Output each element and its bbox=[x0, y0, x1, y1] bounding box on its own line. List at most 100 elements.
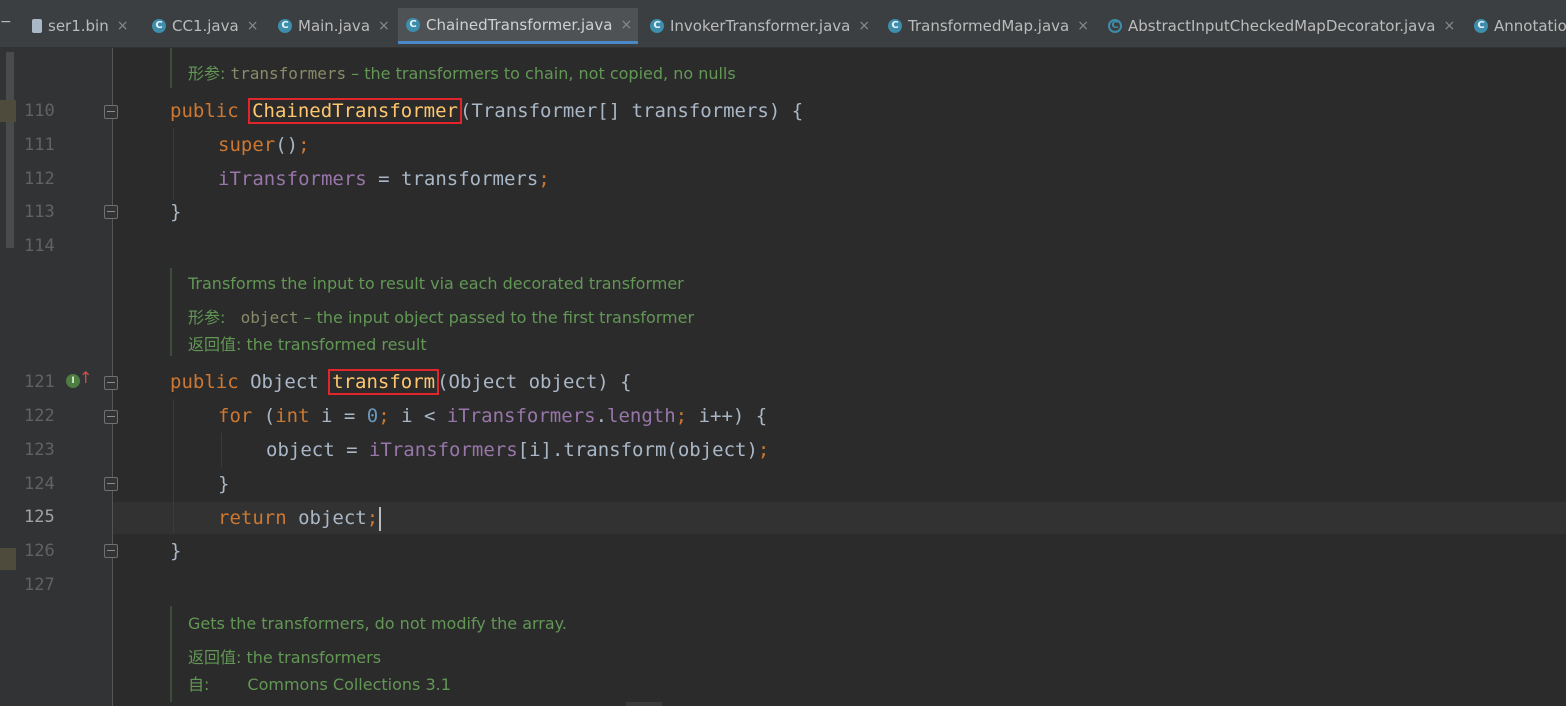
fold-toggle-icon[interactable] bbox=[104, 477, 118, 491]
constructor-name-highlighted[interactable]: ChainedTransformer bbox=[248, 98, 462, 124]
text-caret bbox=[379, 506, 382, 531]
tab-annotation[interactable]: C Annotatio bbox=[1466, 8, 1566, 44]
java-class-icon: C bbox=[1474, 19, 1488, 33]
line-number: 114 bbox=[24, 236, 55, 256]
change-marker bbox=[0, 548, 16, 570]
keyword: super bbox=[218, 134, 276, 156]
tab-transformedmap-java[interactable]: C TransformedMap.java × bbox=[880, 8, 1098, 44]
keyword: public bbox=[170, 371, 251, 393]
keyword: public bbox=[170, 100, 251, 122]
fold-toggle-icon[interactable] bbox=[104, 376, 118, 390]
param-description: – the input object passed to the first t… bbox=[298, 308, 695, 327]
line-number: 124 bbox=[24, 474, 55, 494]
line-number: 111 bbox=[24, 135, 55, 155]
param-description: – the transformers to chain, not copied,… bbox=[346, 64, 736, 83]
code-line-111[interactable]: super(); bbox=[218, 130, 310, 160]
field-reference: iTransformers bbox=[218, 168, 367, 190]
code-line-121[interactable]: public Object transform (Object object) { bbox=[170, 367, 632, 397]
code-text: . bbox=[595, 405, 608, 427]
code-line-124[interactable]: } bbox=[218, 469, 229, 499]
close-icon[interactable]: × bbox=[1443, 18, 1455, 34]
return-description: the transformed result bbox=[241, 335, 427, 354]
close-icon[interactable]: × bbox=[620, 17, 632, 33]
code-text: = transformers bbox=[366, 168, 539, 190]
code-text: object = bbox=[266, 439, 369, 461]
closing-brace: } bbox=[170, 540, 182, 562]
fold-toggle-icon[interactable] bbox=[104, 410, 118, 424]
close-icon[interactable]: × bbox=[378, 18, 390, 34]
return-label: 返回值: bbox=[188, 335, 242, 354]
java-class-icon: C bbox=[650, 19, 664, 33]
indent-guide bbox=[173, 128, 174, 200]
method-name-highlighted[interactable]: transform bbox=[328, 369, 440, 395]
code-line-126[interactable]: } bbox=[170, 536, 181, 566]
tab-invokertransformer-java[interactable]: C InvokerTransformer.java × bbox=[642, 8, 878, 44]
code-line-112[interactable]: iTransformers = transformers; bbox=[218, 164, 550, 194]
tab-scroll-left-icon[interactable]: − bbox=[0, 14, 12, 30]
java-class-icon: C bbox=[406, 17, 420, 32]
tab-label: ser1.bin bbox=[48, 17, 109, 35]
close-icon[interactable]: × bbox=[117, 18, 129, 34]
tab-ser1-bin[interactable]: ser1.bin × bbox=[24, 8, 138, 44]
tab-cc1-java[interactable]: C CC1.java × bbox=[144, 8, 264, 44]
fold-toggle-icon[interactable] bbox=[104, 205, 118, 219]
breadcrumb-strip bbox=[0, 0, 1566, 7]
close-icon[interactable]: × bbox=[858, 18, 870, 34]
tab-label: Annotatio bbox=[1494, 17, 1566, 35]
implements-method-icon[interactable]: I bbox=[66, 374, 80, 388]
javadoc-transform: Transforms the input to result via each … bbox=[170, 268, 1552, 356]
code-text: i++) { bbox=[698, 405, 768, 427]
left-scrollbar[interactable] bbox=[6, 52, 14, 248]
tab-main-java[interactable]: C Main.java × bbox=[270, 8, 394, 44]
line-number: 126 bbox=[24, 541, 55, 561]
code-line-125[interactable]: return object; bbox=[218, 503, 382, 533]
javadoc-summary: Gets the transformers, do not modify the… bbox=[188, 614, 567, 633]
code-line-122[interactable]: for (int i = 0; i < iTransformers.length… bbox=[218, 401, 767, 431]
keyword: return bbox=[218, 507, 299, 529]
javadoc-get-transformers: Gets the transformers, do not modify the… bbox=[170, 606, 1552, 702]
return-label: 返回值: bbox=[188, 648, 242, 667]
tab-label: CC1.java bbox=[172, 17, 239, 35]
tab-abstractinputcheckedmapdecorator-java[interactable]: C AbstractInputCheckedMapDecorator.java … bbox=[1100, 8, 1462, 44]
javadoc-param-line: 形参: object – the input object passed to … bbox=[188, 304, 694, 328]
code-text: (Object object) { bbox=[437, 371, 632, 393]
return-description: the transformers bbox=[241, 648, 382, 667]
binary-file-icon bbox=[32, 19, 42, 33]
indent-guide bbox=[221, 433, 222, 467]
horizontal-scrollbar[interactable] bbox=[626, 702, 662, 706]
close-icon[interactable]: × bbox=[247, 18, 259, 34]
java-class-icon: C bbox=[278, 19, 292, 33]
javadoc-constructor: 形参: transformers – the transformers to c… bbox=[170, 48, 1552, 88]
code-text: [i].transform(object) bbox=[517, 439, 758, 461]
line-number: 123 bbox=[24, 440, 55, 460]
param-label: 形参: bbox=[188, 308, 226, 327]
semicolon: ; bbox=[675, 405, 699, 427]
tab-label: Main.java bbox=[298, 17, 371, 35]
param-label: 形参: bbox=[188, 64, 226, 83]
close-icon[interactable]: × bbox=[1077, 18, 1089, 34]
code-line-110[interactable]: public ChainedTransformer (Transformer[] … bbox=[170, 96, 803, 126]
code-text: i < bbox=[401, 405, 447, 427]
java-class-icon: C bbox=[888, 19, 902, 33]
field-reference: length bbox=[607, 405, 676, 427]
fold-toggle-icon[interactable] bbox=[104, 105, 118, 119]
navigate-up-arrow-icon[interactable]: ↑ bbox=[79, 368, 92, 387]
keyword: for bbox=[218, 405, 264, 427]
indent-guide bbox=[173, 399, 174, 533]
java-class-icon: C bbox=[152, 19, 166, 33]
fold-toggle-icon[interactable] bbox=[104, 544, 118, 558]
line-number: 121 bbox=[24, 372, 55, 392]
javadoc-since-line: 自: Commons Collections 3.1 bbox=[188, 671, 451, 695]
return-type: Object bbox=[250, 371, 331, 393]
semicolon: ; bbox=[757, 439, 770, 461]
param-name: transformers bbox=[230, 64, 347, 83]
javadoc-return-line: 返回值: the transformed result bbox=[188, 331, 427, 355]
tab-chainedtransformer-java[interactable]: C ChainedTransformer.java × bbox=[398, 8, 638, 44]
tab-label: TransformedMap.java bbox=[908, 17, 1070, 35]
semicolon: ; bbox=[298, 134, 310, 156]
abstract-class-icon: C bbox=[1108, 19, 1122, 33]
code-text: object bbox=[298, 507, 367, 529]
code-line-123[interactable]: object = iTransformers[i].transform(obje… bbox=[266, 435, 769, 465]
code-line-113[interactable]: } bbox=[170, 197, 181, 227]
code-text: (Transformer[] transformers) { bbox=[459, 100, 804, 122]
